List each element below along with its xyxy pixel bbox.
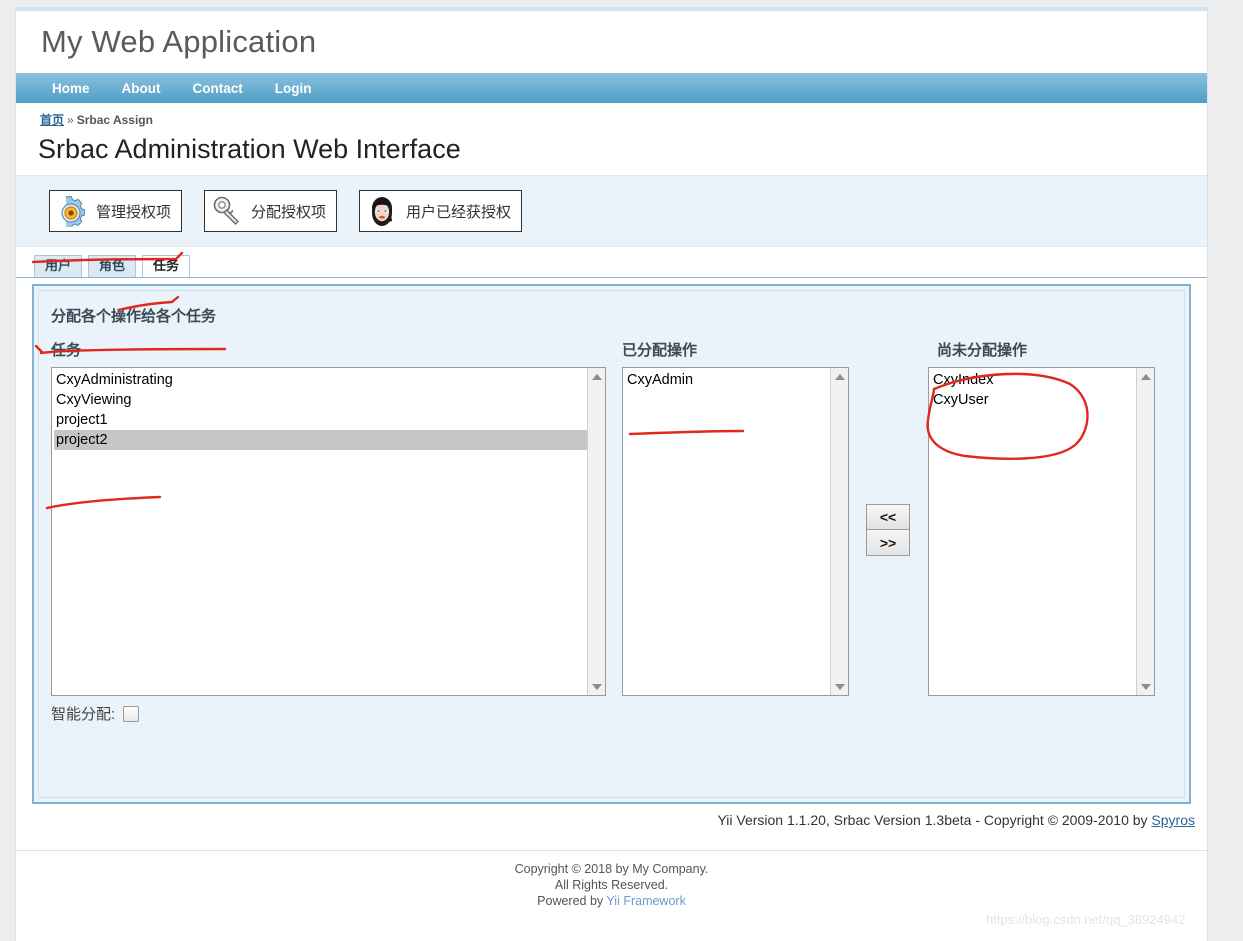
user-face-icon [366,195,398,227]
tasks-scrollbar[interactable] [587,368,605,695]
tab-users[interactable]: 用户 [34,255,83,277]
list-item[interactable]: CxyIndex [931,370,1137,390]
list-item[interactable]: CxyAdmin [625,370,831,390]
nav-item-contact[interactable]: Contact [193,81,243,96]
srbac-tab-strip: 用户 角色 任务 [16,247,1207,277]
srbac-version-footer: Yii Version 1.1.20, Srbac Version 1.3bet… [16,804,1207,828]
assign-panel-inner: 分配各个操作给各个任务 任务 已分配操作 尚未分配操作 CxyAdministr… [38,290,1185,798]
authorized-users-label: 用户已经获授权 [406,203,512,221]
unassigned-list-items: CxyIndex CxyUser [929,368,1137,695]
assigned-scrollbar[interactable] [830,368,848,695]
gear-icon [56,195,88,229]
breadcrumb-title-area: 首页» Srbac Assign Srbac Administration Web… [16,103,1207,175]
assign-panel: 分配各个操作给各个任务 任务 已分配操作 尚未分配操作 CxyAdministr… [32,284,1191,804]
scroll-up-icon[interactable] [831,368,848,385]
authorized-users-button[interactable]: 用户已经获授权 [359,190,523,232]
tab-roles[interactable]: 角色 [88,255,137,277]
yii-framework-link[interactable]: Yii Framework [606,894,685,908]
scroll-up-icon[interactable] [1137,368,1154,385]
list-item[interactable]: CxyViewing [54,390,588,410]
smart-assign-label: 智能分配: [51,706,116,723]
tab-list: 用户 角色 任务 [34,255,1207,277]
nav-item-home[interactable]: Home [52,81,90,96]
site-header: My Web Application [16,11,1207,73]
assigned-listbox[interactable]: CxyAdmin [622,367,849,696]
scroll-down-icon[interactable] [1137,678,1154,695]
tasks-listbox[interactable]: CxyAdministrating CxyViewing project1 pr… [51,367,606,696]
srbac-version-text: Yii Version 1.1.20, Srbac Version 1.3bet… [717,812,1152,828]
unassigned-listbox[interactable]: CxyIndex CxyUser [928,367,1155,696]
page-title: Srbac Administration Web Interface [38,134,461,164]
list-item[interactable]: CxyAdministrating [54,370,588,390]
breadcrumb: 首页» Srbac Assign [40,111,1207,128]
breadcrumb-home-link[interactable]: 首页 [40,113,64,127]
scroll-down-icon[interactable] [831,678,848,695]
nav-item-login[interactable]: Login [275,81,312,96]
list-item[interactable]: project1 [54,410,588,430]
assign-auth-items-button[interactable]: 分配授权项 [204,190,338,232]
site-logo: My Web Application [41,24,317,59]
assign-heading: 分配各个操作给各个任务 [51,308,217,325]
tasks-list-items: CxyAdministrating CxyViewing project1 pr… [52,368,588,695]
nav-item-about[interactable]: About [122,81,161,96]
footer-powered: Powered by Yii Framework [16,893,1207,909]
footer-copyright: Copyright © 2018 by My Company. [514,862,709,876]
smart-assign-row: 智能分配: [51,703,140,724]
smart-assign-checkbox[interactable] [123,705,140,722]
scroll-up-icon[interactable] [588,368,605,385]
transfer-buttons: << >> [866,504,910,556]
assigned-list-items: CxyAdmin [623,368,831,695]
key-icon [211,195,243,227]
unassigned-scrollbar[interactable] [1136,368,1154,695]
move-right-button[interactable]: >> [866,530,910,556]
page-footer: Copyright © 2018 by My Company. All Righ… [16,850,1207,909]
srbac-toolbar: 管理授权项 分配授权项 用户已经获授权 [16,175,1207,247]
main-navigation: Home About Contact Login [16,73,1207,103]
list-item[interactable]: CxyUser [931,390,1137,410]
app-container: My Web Application Home About Contact Lo… [16,8,1207,941]
srbac-author-link[interactable]: Spyros [1151,812,1195,828]
manage-auth-items-label: 管理授权项 [96,203,172,221]
assigned-column-label: 已分配操作 [622,342,698,359]
move-left-button[interactable]: << [866,504,910,530]
footer-powered-prefix: Powered by [537,894,607,908]
unassigned-column-label: 尚未分配操作 [937,342,1028,359]
breadcrumb-separator: » [67,113,74,127]
manage-auth-items-button[interactable]: 管理授权项 [49,190,183,232]
tasks-column-label: 任务 [51,342,82,359]
breadcrumb-current: Srbac Assign [76,113,153,127]
scroll-down-icon[interactable] [588,678,605,695]
tab-tasks[interactable]: 任务 [142,255,191,277]
list-item[interactable]: project2 [54,430,588,450]
tab-underline [16,277,1207,278]
footer-rights: All Rights Reserved. [554,878,669,892]
watermark: https://blog.csdn.net/qq_38924942 [986,912,1186,927]
assign-auth-items-label: 分配授权项 [251,203,327,221]
